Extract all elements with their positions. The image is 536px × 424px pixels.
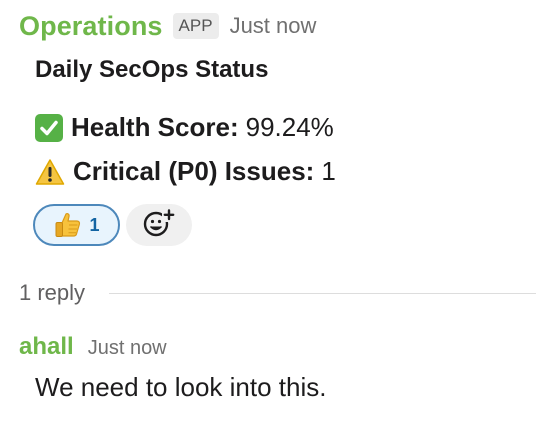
app-badge: APP xyxy=(172,13,219,39)
message-timestamp[interactable]: Just now xyxy=(230,13,317,39)
warning-icon xyxy=(35,158,65,186)
thumbs-up-icon xyxy=(53,210,83,240)
message-title: Daily SecOps Status xyxy=(35,56,269,83)
reply-count-link[interactable]: 1 reply xyxy=(19,280,85,306)
critical-issues-line: Critical (P0) Issues: 1 xyxy=(35,156,336,187)
critical-issues-label: Critical (P0) Issues: xyxy=(73,156,315,186)
thread-divider xyxy=(109,292,536,294)
reply-username[interactable]: ahall xyxy=(19,333,74,361)
reaction-count: 1 xyxy=(89,214,100,235)
critical-issues-value: 1 xyxy=(321,156,336,186)
thread-summary: 1 reply xyxy=(19,280,536,306)
health-score-value: 99.24% xyxy=(245,112,334,142)
health-score-label: Health Score: xyxy=(71,112,239,142)
reactions-bar: 1 xyxy=(33,204,192,246)
health-score-line: Health Score: 99.24% xyxy=(35,112,334,143)
check-mark-icon xyxy=(35,113,63,142)
reply-timestamp[interactable]: Just now xyxy=(88,337,167,360)
reply-header: ahall Just now xyxy=(19,333,167,361)
add-reaction-button[interactable] xyxy=(126,204,192,246)
reply-text: We need to look into this. xyxy=(35,372,327,402)
add-reaction-icon xyxy=(142,207,176,244)
thumbs-up-reaction[interactable]: 1 xyxy=(33,204,120,246)
message-header: Operations APP Just now xyxy=(19,10,316,42)
sender-name[interactable]: Operations xyxy=(19,11,163,42)
